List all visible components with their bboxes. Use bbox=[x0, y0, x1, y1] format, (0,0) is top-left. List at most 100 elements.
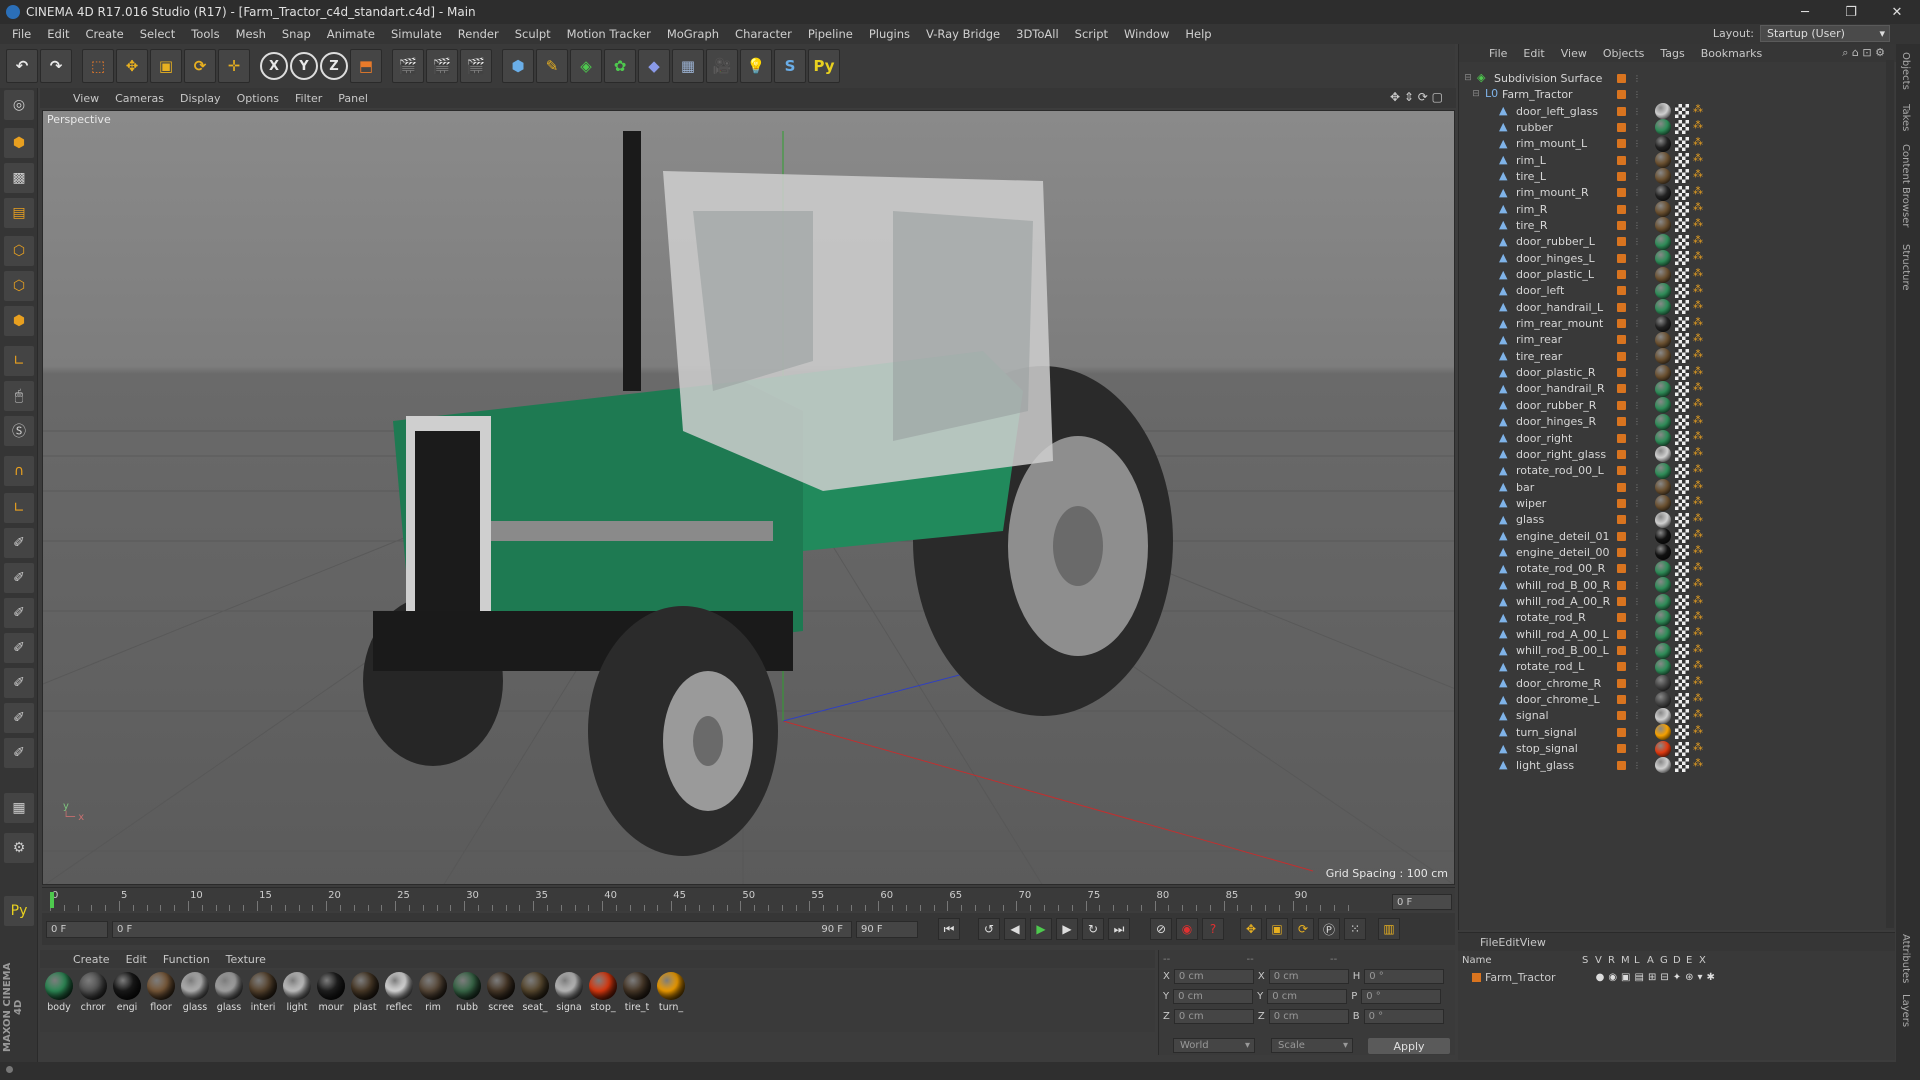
timeline-ruler[interactable]: 0 5 10 15 20 25 30 35 40 45 50 55 60 65 70 75 80 85 90 bbox=[42, 887, 1455, 911]
autokey-button[interactable]: ◉ bbox=[1176, 918, 1198, 940]
phong-tag-icon[interactable]: ⁂ bbox=[1693, 709, 1705, 723]
phong-tag-icon[interactable]: ⁂ bbox=[1693, 104, 1705, 118]
side-tab-takes[interactable]: Takes bbox=[1900, 104, 1911, 131]
timeline-end-field[interactable]: 0 F bbox=[1392, 894, 1452, 910]
uvw-tag-icon[interactable] bbox=[1675, 332, 1689, 347]
uvw-tag-icon[interactable] bbox=[1675, 561, 1689, 576]
layer-color-dot[interactable] bbox=[1617, 400, 1626, 410]
phong-tag-icon[interactable]: ⁂ bbox=[1693, 169, 1705, 183]
uvw-tag-icon[interactable] bbox=[1675, 725, 1689, 740]
step-forward-button[interactable]: ▶ bbox=[1056, 918, 1078, 940]
play-button[interactable]: ▶ bbox=[1030, 918, 1052, 940]
position-field[interactable]: 0 cm bbox=[1173, 968, 1254, 984]
render-view-button[interactable]: 🎬 bbox=[392, 49, 424, 83]
recent-tool-button[interactable]: ✛ bbox=[218, 49, 250, 83]
live-selection-button[interactable]: ⬚ bbox=[82, 49, 114, 83]
settings-icon[interactable]: ⚙ bbox=[1875, 46, 1885, 59]
layer-color-dot[interactable] bbox=[1617, 662, 1626, 672]
menu-sculpt[interactable]: Sculpt bbox=[507, 27, 559, 41]
phong-tag-icon[interactable]: ⁂ bbox=[1693, 382, 1705, 396]
mograph-cloner-button[interactable]: ✿ bbox=[604, 49, 636, 83]
side-tab-content-browser[interactable]: Content Browser bbox=[1900, 144, 1911, 227]
layer-color-dot[interactable] bbox=[1617, 449, 1626, 459]
timeline-playhead[interactable] bbox=[50, 892, 54, 908]
maximize-button[interactable]: ❐ bbox=[1828, 0, 1874, 24]
layer-column-e[interactable]: E bbox=[1686, 955, 1699, 969]
polygons-mode-button[interactable]: ⬢ bbox=[4, 306, 34, 336]
visibility-dots[interactable]: ⋮ bbox=[1633, 205, 1641, 214]
viewport-menu-filter[interactable]: Filter bbox=[287, 92, 330, 105]
menu-simulate[interactable]: Simulate bbox=[383, 27, 450, 41]
visibility-dots[interactable]: ⋮ bbox=[1633, 450, 1641, 459]
undo-button[interactable]: ↶ bbox=[6, 49, 38, 83]
maximize-view-icon[interactable]: ▢ bbox=[1432, 90, 1443, 104]
search-icon[interactable]: ⌕ bbox=[1842, 46, 1848, 59]
uvw-tag-icon[interactable] bbox=[1675, 676, 1689, 691]
visibility-dots[interactable]: ⋮ bbox=[1633, 581, 1641, 590]
move-tool-button[interactable]: ✥ bbox=[116, 49, 148, 83]
layer-color-dot[interactable] bbox=[1617, 678, 1626, 688]
uvw-tag-icon[interactable] bbox=[1675, 431, 1689, 445]
visibility-dots[interactable]: ⋮ bbox=[1633, 384, 1641, 393]
phong-tag-icon[interactable]: ⁂ bbox=[1693, 284, 1705, 298]
home-icon[interactable]: ⌂ bbox=[1852, 46, 1859, 59]
layer-color-dot[interactable] bbox=[1617, 351, 1626, 361]
phong-tag-icon[interactable]: ⁂ bbox=[1693, 137, 1705, 151]
visibility-dots[interactable]: ⋮ bbox=[1633, 368, 1641, 377]
viewport-menu-cameras[interactable]: Cameras bbox=[107, 92, 172, 105]
phong-tag-icon[interactable]: ⁂ bbox=[1693, 333, 1705, 347]
position-field[interactable]: 0 cm bbox=[1173, 988, 1254, 1004]
menu-render[interactable]: Render bbox=[450, 27, 507, 41]
record-keys-button[interactable]: ⊘ bbox=[1150, 918, 1172, 940]
layer-color-dot[interactable] bbox=[1617, 155, 1626, 165]
material-swatch[interactable]: glass bbox=[180, 970, 210, 1032]
size-field[interactable]: 0 cm bbox=[1268, 1008, 1349, 1024]
layer-column-x[interactable]: X bbox=[1699, 955, 1712, 969]
phong-tag-icon[interactable]: ⁂ bbox=[1693, 693, 1705, 707]
layer-color-dot[interactable] bbox=[1617, 727, 1626, 737]
uvw-tag-icon[interactable] bbox=[1675, 316, 1689, 331]
visibility-dots[interactable]: ⋮ bbox=[1633, 270, 1641, 279]
phong-tag-icon[interactable]: ⁂ bbox=[1693, 317, 1705, 331]
phong-tag-icon[interactable]: ⁂ bbox=[1693, 513, 1705, 527]
uvw-tag-icon[interactable] bbox=[1675, 463, 1689, 478]
minimize-button[interactable]: ─ bbox=[1782, 0, 1828, 24]
phong-tag-icon[interactable]: ⁂ bbox=[1693, 415, 1705, 429]
layer-color-dot[interactable] bbox=[1617, 253, 1626, 263]
layer-color-dot[interactable] bbox=[1617, 319, 1626, 329]
layer-color-dot[interactable] bbox=[1617, 384, 1626, 394]
keyframe-selection-button[interactable]: ? bbox=[1202, 918, 1224, 940]
close-button[interactable]: ✕ bbox=[1874, 0, 1920, 24]
uvw-tag-icon[interactable] bbox=[1675, 414, 1689, 429]
script-button[interactable]: S bbox=[774, 49, 806, 83]
layer-color-dot[interactable] bbox=[1617, 695, 1626, 705]
model-mode-button[interactable]: ⬢ bbox=[4, 128, 34, 158]
visibility-dots[interactable]: ⋮ bbox=[1633, 90, 1641, 99]
visibility-dots[interactable]: ⋮ bbox=[1633, 139, 1641, 148]
layer-color-dot[interactable] bbox=[1617, 302, 1626, 312]
layer-color-dot[interactable] bbox=[1617, 613, 1626, 623]
visibility-dots[interactable]: ⋮ bbox=[1633, 548, 1641, 557]
layer-column-g[interactable]: G bbox=[1660, 955, 1673, 969]
viewport-menu-display[interactable]: Display bbox=[172, 92, 229, 105]
snap-button[interactable]: Ⓢ bbox=[4, 416, 34, 446]
layer-color-dot[interactable] bbox=[1617, 122, 1626, 132]
visibility-dots[interactable]: ⋮ bbox=[1633, 74, 1641, 83]
visibility-dots[interactable]: ⋮ bbox=[1633, 434, 1641, 443]
layer-column-r[interactable]: R bbox=[1608, 955, 1621, 969]
phong-tag-icon[interactable]: ⁂ bbox=[1693, 725, 1705, 739]
layer-color-dot[interactable] bbox=[1617, 711, 1626, 721]
layer-color-dot[interactable] bbox=[1617, 597, 1626, 606]
material-swatch[interactable]: stop_ bbox=[588, 970, 618, 1032]
layer-color-dot[interactable] bbox=[1617, 237, 1626, 247]
visibility-dots[interactable]: ⋮ bbox=[1633, 532, 1641, 541]
uvw-tag-icon[interactable] bbox=[1675, 643, 1689, 658]
phong-tag-icon[interactable]: ⁂ bbox=[1693, 398, 1705, 412]
layer-column-v[interactable]: V bbox=[1595, 955, 1608, 969]
material-tag-icon[interactable] bbox=[1655, 757, 1671, 773]
phong-tag-icon[interactable]: ⁂ bbox=[1693, 562, 1705, 576]
key-parameter-button[interactable]: Ⓟ bbox=[1318, 918, 1340, 940]
layer-color-dot[interactable] bbox=[1617, 482, 1626, 492]
tractor-model[interactable] bbox=[363, 131, 1173, 856]
phong-tag-icon[interactable]: ⁂ bbox=[1693, 268, 1705, 282]
